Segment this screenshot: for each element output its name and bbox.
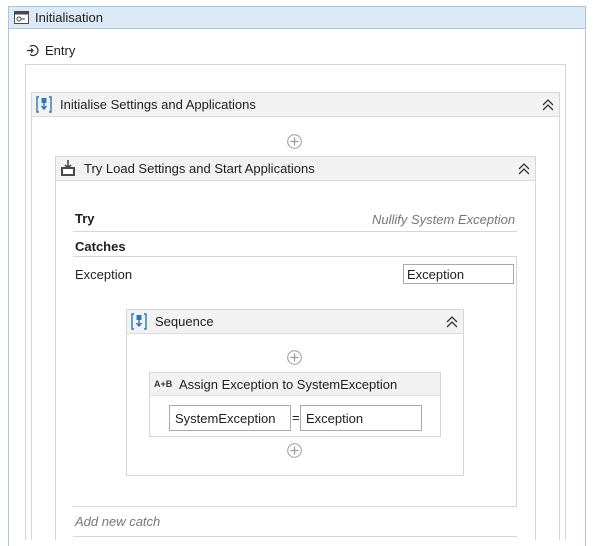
catches-label: Catches xyxy=(75,239,126,254)
sequence-title: Initialise Settings and Applications xyxy=(60,97,256,112)
divider xyxy=(73,506,517,507)
add-new-catch[interactable]: Add new catch xyxy=(75,514,160,529)
try-catch-icon xyxy=(61,160,75,176)
state-title: Initialisation xyxy=(35,10,103,25)
add-activity-icon[interactable] xyxy=(287,350,302,365)
add-activity-icon[interactable] xyxy=(287,134,302,149)
entry-label[interactable]: Entry xyxy=(45,43,75,58)
collapse-icon[interactable] xyxy=(516,161,532,177)
try-catch-header[interactable]: Try Load Settings and Start Applications xyxy=(56,157,535,181)
divider xyxy=(73,231,517,232)
entry-icon xyxy=(27,44,39,57)
collapse-icon[interactable] xyxy=(444,314,460,330)
sequence-icon xyxy=(131,313,147,330)
try-label: Try xyxy=(75,211,95,226)
assign-value-field[interactable]: Exception xyxy=(300,405,422,431)
collapse-icon[interactable] xyxy=(540,97,556,113)
sequence-header[interactable]: Initialise Settings and Applications xyxy=(32,93,559,117)
state-header[interactable]: Initialisation xyxy=(9,7,585,29)
assign-icon: A+B xyxy=(154,379,173,389)
catch-exception-type[interactable]: Exception xyxy=(75,267,132,282)
catch-sequence-title: Sequence xyxy=(155,314,214,329)
state-icon xyxy=(14,11,29,24)
assign-to-field[interactable]: SystemException xyxy=(169,405,291,431)
assign-title: Assign Exception to SystemException xyxy=(179,377,398,392)
assign-header[interactable]: A+B Assign Exception to SystemException xyxy=(150,373,440,396)
assign-operator: = xyxy=(292,410,300,425)
sequence-icon xyxy=(36,96,52,113)
try-body-activity[interactable]: Nullify System Exception xyxy=(372,212,515,227)
exception-variable-input[interactable]: Exception xyxy=(403,264,514,284)
catch-border xyxy=(516,256,517,506)
try-catch-title: Try Load Settings and Start Applications xyxy=(84,161,315,176)
catch-sequence-header[interactable]: Sequence xyxy=(127,310,463,334)
divider xyxy=(73,256,517,257)
add-activity-icon[interactable] xyxy=(287,443,302,458)
divider xyxy=(73,536,517,537)
